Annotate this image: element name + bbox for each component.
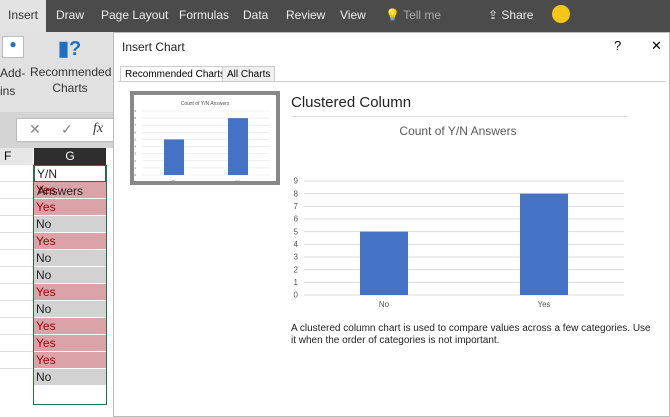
tab-page-layout[interactable]: Page Layout (101, 8, 168, 22)
empty-cell-f[interactable] (0, 301, 34, 318)
lightbulb-icon: 💡 (385, 8, 400, 22)
x-tick-label: No (172, 179, 176, 181)
cancel-icon[interactable]: ✕ (29, 121, 41, 138)
enter-icon[interactable]: ✓ (61, 121, 73, 138)
bar-yes (228, 118, 248, 175)
empty-cell-f[interactable] (0, 352, 34, 369)
dialog-title: Insert Chart (122, 40, 185, 54)
empty-cell-f[interactable] (0, 250, 34, 267)
y-tick-label: 7 (294, 202, 299, 211)
y-tick-label: 4 (134, 145, 136, 149)
chart-description: A clustered column chart is used to comp… (291, 323, 651, 346)
recommended-charts-icon: ▮? (58, 38, 82, 60)
smiley-feedback-icon[interactable] (552, 5, 570, 23)
x-tick-label: No (379, 300, 390, 309)
empty-cell-f[interactable] (0, 199, 34, 216)
share-button[interactable]: ⇪ Share (488, 8, 533, 22)
y-tick-label: 1 (294, 278, 299, 287)
empty-cell-f[interactable] (0, 165, 34, 182)
bar-no (164, 139, 184, 175)
column-header-g[interactable]: G (34, 148, 106, 165)
chart-thumbnail[interactable]: Count of Y/N Answers 0 1 2 3 4 5 6 7 8 9 No Yes (130, 91, 280, 185)
y-tick-label: 3 (134, 152, 136, 156)
tab-formulas[interactable]: Formulas (179, 8, 229, 22)
share-icon: ⇪ (488, 8, 499, 22)
empty-cell-f[interactable] (0, 284, 34, 301)
empty-cell-f[interactable] (0, 267, 34, 284)
bar-no (360, 231, 408, 295)
y-tick-label: 5 (134, 137, 136, 141)
empty-cell-f[interactable] (0, 233, 34, 250)
header-cell[interactable]: Y/N Answers (34, 165, 106, 198)
selection-border (33, 165, 107, 405)
y-tick-label: 8 (134, 116, 136, 120)
y-tick-label: 9 (294, 177, 299, 186)
recommended-charts-button[interactable]: Recommended Charts (30, 64, 111, 96)
chart-type-title: Clustered Column (291, 94, 412, 111)
y-tick-label: 7 (134, 123, 136, 127)
formula-buttons: ✕ ✓ fx (16, 118, 116, 142)
y-tick-label: 2 (134, 159, 136, 163)
bar-yes (520, 193, 568, 295)
tell-me-label: Tell me (403, 8, 442, 22)
addins-icon: ● (2, 36, 24, 58)
x-tick-label: Yes (236, 179, 241, 181)
insert-chart-dialog: Insert Chart ? ✕ Recommended Charts All … (113, 32, 670, 417)
formula-bar: ✕ ✓ fx (0, 112, 120, 148)
tab-all-charts[interactable]: All Charts (222, 66, 276, 82)
tab-recommended-charts[interactable]: Recommended Charts (120, 66, 231, 82)
chart-preview: Count of Y/N Answers 0 1 2 3 4 5 6 7 8 9 No Yes (294, 124, 624, 309)
y-tick-label: 6 (294, 215, 299, 224)
tab-review[interactable]: Review (286, 8, 325, 22)
y-tick-label: 2 (294, 265, 299, 274)
y-tick-label: 5 (294, 227, 299, 236)
addins-button[interactable]: Add-ins (0, 64, 25, 100)
chart-title: Count of Y/N Answers (399, 124, 516, 138)
thumb-title: Count of Y/N Answers (181, 101, 230, 107)
function-icon[interactable]: fx (93, 121, 103, 137)
empty-cell-f[interactable] (0, 335, 34, 352)
tab-insert[interactable]: Insert (0, 0, 47, 32)
empty-cell-f[interactable] (0, 216, 34, 233)
empty-cell-f[interactable] (0, 182, 34, 199)
y-tick-label: 1 (134, 166, 136, 170)
y-tick-label: 9 (134, 109, 136, 113)
y-tick-label: 0 (294, 291, 299, 300)
column-header-f[interactable]: F (0, 148, 33, 165)
tell-me-search[interactable]: 💡 Tell me (385, 8, 441, 22)
help-button[interactable]: ? (614, 38, 621, 53)
empty-cell-f[interactable] (0, 318, 34, 335)
x-tick-label: Yes (537, 300, 550, 309)
ribbon-tab-bar: Insert Draw Page Layout Formulas Data Re… (0, 0, 670, 32)
y-tick-label: 3 (294, 253, 299, 262)
y-tick-label: 0 (134, 173, 136, 177)
y-tick-label: 4 (294, 240, 299, 249)
y-tick-label: 8 (294, 189, 299, 198)
thumbnail-chart: Count of Y/N Answers 0 1 2 3 4 5 6 7 8 9 No Yes (134, 101, 270, 183)
tab-view[interactable]: View (340, 8, 366, 22)
share-label: Share (501, 8, 534, 22)
tab-draw[interactable]: Draw (56, 8, 84, 22)
y-tick-label: 6 (134, 130, 136, 134)
tab-data[interactable]: Data (243, 8, 268, 22)
close-button[interactable]: ✕ (651, 38, 662, 54)
